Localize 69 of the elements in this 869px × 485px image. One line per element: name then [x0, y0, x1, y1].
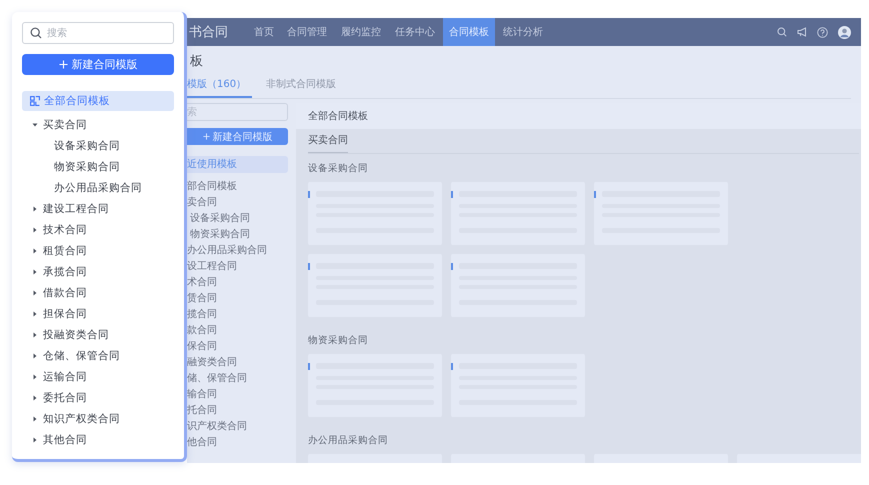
app-logo-text: 书合同 — [188, 24, 229, 42]
panel-title: 全部合同模板 — [296, 103, 861, 129]
tree-item[interactable]: 设备采购合同 — [22, 135, 174, 156]
sidebar-item[interactable]: 物资采购合同 — [187, 227, 288, 243]
sidebar-item[interactable]: 近使用模板 — [187, 156, 288, 173]
tree-item-label: 买卖合同 — [43, 118, 87, 132]
tree-item-label: 设备采购合同 — [54, 138, 120, 152]
tree-item[interactable]: 买卖合同 — [22, 114, 174, 135]
tree-item[interactable]: 建设工程合同 — [22, 198, 174, 219]
tree-item-label: 委托合同 — [43, 390, 87, 404]
sidebar-item[interactable]: 识产权类合同 — [187, 419, 288, 435]
tree-item-label: 办公用品采购合同 — [54, 180, 142, 194]
tree-item[interactable]: 运输合同 — [22, 366, 174, 387]
tree-item[interactable]: 租赁合同 — [22, 240, 174, 261]
nav-tab[interactable]: 履约监控 — [335, 18, 387, 46]
sidebar-item[interactable]: 他合同 — [187, 435, 288, 451]
tree-item[interactable]: 知识产权类合同 — [22, 408, 174, 429]
sidebar-item[interactable]: 部合同模板 — [187, 179, 288, 195]
tree-item-label: 投融资类合同 — [43, 328, 109, 342]
section-title: 物资采购合同 — [308, 335, 369, 347]
tree-item-label: 全部合同模板 — [44, 94, 110, 108]
tree-item-label: 其他合同 — [43, 432, 87, 446]
tree-item[interactable]: 仓储、保管合同 — [22, 345, 174, 366]
nav-tab[interactable]: 任务中心 — [389, 18, 441, 46]
sidebar-item[interactable]: 储、保管合同 — [187, 371, 288, 387]
new-template-button[interactable]: 新建合同模版 — [22, 54, 174, 75]
nav-tab[interactable]: 首页 — [249, 18, 279, 46]
category-tab[interactable]: 买卖合同 — [308, 135, 348, 153]
tree-item-label: 物资采购合同 — [54, 160, 120, 174]
tree-item[interactable]: 借款合同 — [22, 282, 174, 303]
sidebar-item[interactable]: 设备采购合同 — [187, 211, 288, 227]
nav-tab[interactable]: 合同模板 — [443, 18, 495, 46]
nav-tab[interactable]: 统计分析 — [497, 18, 549, 46]
tree-item-label: 承揽合同 — [43, 264, 87, 278]
tree-item-label: 担保合同 — [43, 306, 87, 320]
tree-item-label: 借款合同 — [43, 286, 87, 300]
sidebar-item[interactable]: 输合同 — [187, 387, 288, 403]
sidebar-item[interactable]: 揽合同 — [187, 307, 288, 323]
sidebar-item[interactable]: 术合同 — [187, 275, 288, 291]
sidebar-item[interactable]: 融资类合同 — [187, 355, 288, 371]
sidebar-item[interactable]: 保合同 — [187, 339, 288, 355]
sidebar-item[interactable]: 设工程合同 — [187, 259, 288, 275]
sidebar-item[interactable]: 赁合同 — [187, 291, 288, 307]
tree-item-label: 技术合同 — [43, 222, 87, 236]
tree-item[interactable]: 办公用品采购合同 — [22, 177, 174, 198]
search-field[interactable]: 搜索 — [22, 22, 174, 44]
tree-item[interactable]: 承揽合同 — [22, 261, 174, 282]
tree-item[interactable]: 技术合同 — [22, 219, 174, 240]
sidebar-item[interactable]: 款合同 — [187, 323, 288, 339]
tree-item[interactable]: 其他合同 — [22, 429, 174, 450]
sidebar-item[interactable]: 办公用品采购合同 — [187, 243, 288, 259]
tree-item[interactable]: 担保合同 — [22, 303, 174, 324]
tree-item[interactable]: 投融资类合同 — [22, 324, 174, 345]
tree-item[interactable]: 全部合同模板 — [22, 91, 174, 111]
section-title: 办公用品采购合同 — [308, 435, 389, 447]
tree-item-label: 建设工程合同 — [43, 202, 109, 216]
sidebar-item[interactable]: 托合同 — [187, 403, 288, 419]
tree-item-label: 运输合同 — [43, 370, 87, 384]
page-tab[interactable]: 非制式合同模版 — [266, 74, 336, 98]
nav-tab[interactable]: 合同管理 — [281, 18, 333, 46]
tree-item-label: 租赁合同 — [43, 244, 87, 258]
page-title: 板 — [190, 54, 204, 70]
sidebar-item[interactable]: 卖合同 — [187, 195, 288, 211]
tree-item-label: 知识产权类合同 — [43, 412, 120, 426]
section-title: 设备采购合同 — [308, 163, 369, 175]
tree-item[interactable]: 委托合同 — [22, 387, 174, 408]
tree-item-label: 仓储、保管合同 — [43, 348, 120, 362]
new-template-button[interactable]: 新建合同模版 — [187, 128, 288, 145]
tree-item[interactable]: 物资采购合同 — [22, 156, 174, 177]
